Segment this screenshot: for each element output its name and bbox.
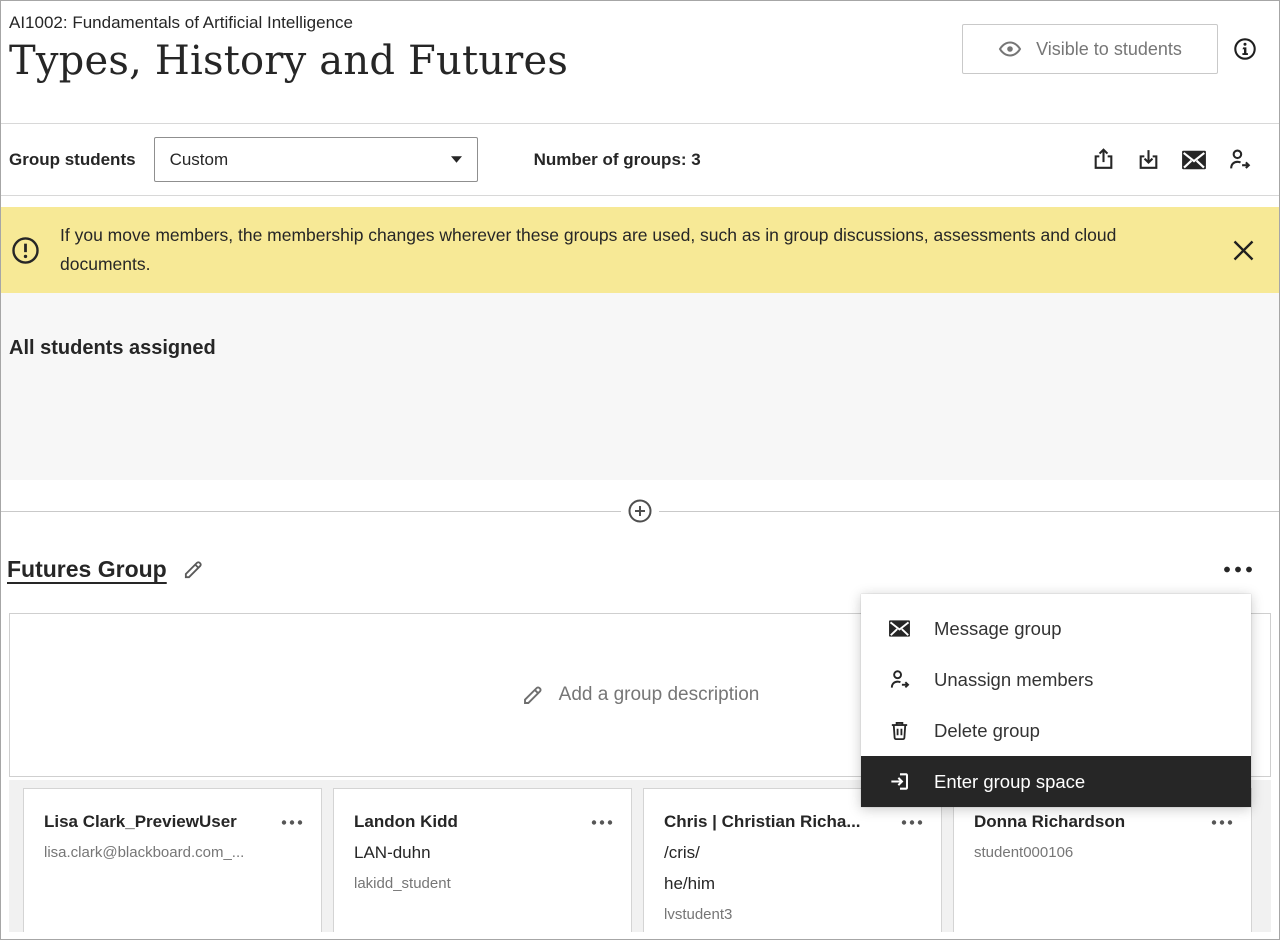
- member-pronunciation: LAN-duhn: [354, 843, 617, 863]
- assignment-status-section: All students assigned: [1, 293, 1279, 480]
- person-arrow-icon[interactable]: [1227, 147, 1252, 172]
- member-card: Landon Kidd LAN-duhn lakidd_student: [333, 788, 632, 932]
- member-menu-icon[interactable]: [1207, 818, 1237, 827]
- grouping-select-value: Custom: [170, 150, 229, 170]
- group-menu-icon[interactable]: [1223, 562, 1253, 577]
- toolbar-actions: [1091, 147, 1252, 172]
- member-menu-icon[interactable]: [587, 818, 617, 827]
- edit-group-name-icon[interactable]: [182, 558, 205, 581]
- member-menu-icon[interactable]: [897, 818, 927, 827]
- member-username: lvstudent3: [664, 906, 927, 923]
- member-name: Lisa Clark_PreviewUser: [44, 812, 237, 832]
- group-students-label: Group students: [9, 150, 136, 170]
- member-username: student000106: [974, 844, 1237, 861]
- enter-icon: [888, 770, 911, 793]
- group-context-menu: Message group Unassign members Delete: [861, 594, 1251, 807]
- groups-page: AI1002: Fundamentals of Artificial Intel…: [0, 0, 1280, 940]
- menu-item-message-group[interactable]: Message group: [861, 603, 1251, 654]
- menu-item-label: Delete group: [934, 720, 1040, 742]
- menu-item-delete-group[interactable]: Delete group: [861, 705, 1251, 756]
- group-header: Futures Group: [1, 548, 1279, 590]
- envelope-icon: [888, 619, 911, 638]
- member-name: Landon Kidd: [354, 812, 458, 832]
- member-username: lakidd_student: [354, 875, 617, 892]
- member-name: Donna Richardson: [974, 812, 1125, 832]
- menu-item-label: Unassign members: [934, 669, 1093, 691]
- warning-icon: [11, 236, 40, 265]
- info-icon[interactable]: [1233, 37, 1257, 61]
- member-username: lisa.clark@blackboard.com_...: [44, 844, 307, 861]
- warning-message: If you move members, the membership chan…: [60, 221, 1145, 279]
- member-pronouns: he/him: [664, 874, 927, 894]
- warning-banner: If you move members, the membership chan…: [1, 207, 1279, 293]
- menu-item-label: Enter group space: [934, 771, 1085, 793]
- page-header: AI1002: Fundamentals of Artificial Intel…: [1, 1, 1279, 124]
- member-card: Lisa Clark_PreviewUser lisa.clark@blackb…: [23, 788, 322, 932]
- chevron-down-icon: [451, 156, 462, 163]
- import-groups-icon[interactable]: [1136, 147, 1161, 172]
- menu-item-unassign-members[interactable]: Unassign members: [861, 654, 1251, 705]
- pencil-icon: [521, 683, 545, 707]
- groups-count-label: Number of groups: 3: [534, 150, 701, 170]
- groups-toolbar: Group students Custom Number of groups: …: [1, 124, 1279, 196]
- grouping-select[interactable]: Custom: [154, 137, 478, 182]
- member-menu-icon[interactable]: [277, 818, 307, 827]
- member-card: Donna Richardson student000106: [953, 788, 1252, 932]
- member-name: Chris | Christian Richa...: [664, 812, 861, 832]
- export-groups-icon[interactable]: [1091, 147, 1116, 172]
- menu-item-label: Message group: [934, 618, 1062, 640]
- add-group-icon[interactable]: [621, 498, 659, 524]
- message-icon[interactable]: [1181, 149, 1207, 171]
- group-divider: [1, 480, 1279, 542]
- visibility-button[interactable]: Visible to students: [962, 24, 1218, 74]
- close-icon[interactable]: [1230, 237, 1257, 264]
- trash-icon: [888, 719, 911, 742]
- member-card: Chris | Christian Richa... /cris/ he/him…: [643, 788, 942, 932]
- person-arrow-icon: [888, 668, 911, 691]
- all-assigned-label: All students assigned: [9, 337, 1279, 360]
- menu-item-enter-group-space[interactable]: Enter group space: [861, 756, 1251, 807]
- eye-icon: [998, 37, 1022, 61]
- visibility-label: Visible to students: [1036, 39, 1182, 60]
- description-placeholder: Add a group description: [559, 684, 760, 706]
- group-name-link[interactable]: Futures Group: [7, 556, 167, 583]
- member-pronunciation: /cris/: [664, 843, 927, 863]
